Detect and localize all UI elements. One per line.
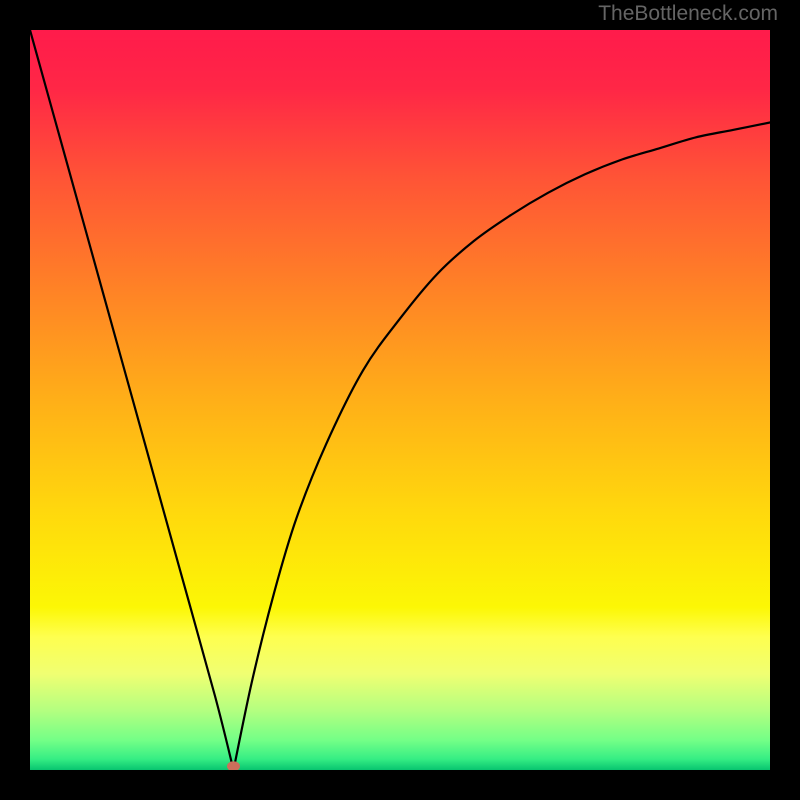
bottleneck-chart — [30, 30, 770, 770]
plot-background — [30, 30, 770, 770]
watermark-label: TheBottleneck.com — [598, 2, 778, 26]
chart-frame: TheBottleneck.com — [0, 0, 800, 800]
